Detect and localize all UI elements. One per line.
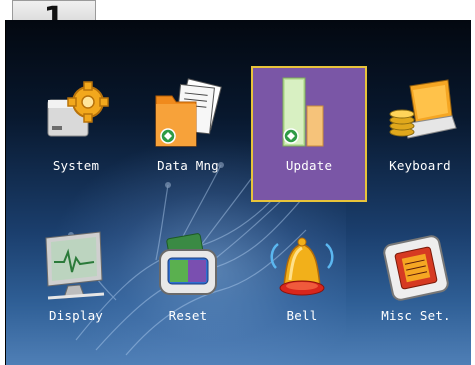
chip-icon — [383, 235, 449, 301]
monitor-icon — [45, 231, 105, 300]
menu-item-label: Display — [48, 308, 104, 323]
menu-item-label: System — [52, 158, 100, 173]
menu-item-label: Update — [285, 158, 333, 173]
menu-item-bell[interactable]: Bell — [246, 220, 358, 350]
menu-item-label: Misc Set. — [381, 308, 451, 323]
device-screen: System Data Mng Update Keyboard Display … — [5, 20, 471, 365]
menu-item-label: Bell — [286, 308, 318, 323]
menu-item-label: Data Mng — [157, 158, 219, 173]
menu-item-system[interactable]: System — [20, 68, 132, 198]
menu-item-display[interactable]: Display — [20, 220, 132, 350]
menu-item-reset[interactable]: Reset — [132, 220, 244, 350]
data-folder-icon — [155, 78, 222, 147]
bell-icon — [270, 237, 334, 296]
keyboard-coins-icon — [389, 79, 457, 139]
menu-item-data-mng[interactable]: Data Mng — [132, 68, 244, 198]
system-gear-icon — [47, 81, 109, 137]
reset-device-icon — [159, 233, 217, 295]
menu-item-keyboard[interactable]: Keyboard — [364, 68, 471, 198]
menu-item-label: Reset — [168, 308, 208, 323]
menu-item-update[interactable]: Update — [251, 66, 367, 202]
menu-item-label: Keyboard — [389, 158, 451, 173]
menu-item-misc-set[interactable]: Misc Set. — [360, 220, 471, 350]
update-icon — [282, 77, 324, 147]
